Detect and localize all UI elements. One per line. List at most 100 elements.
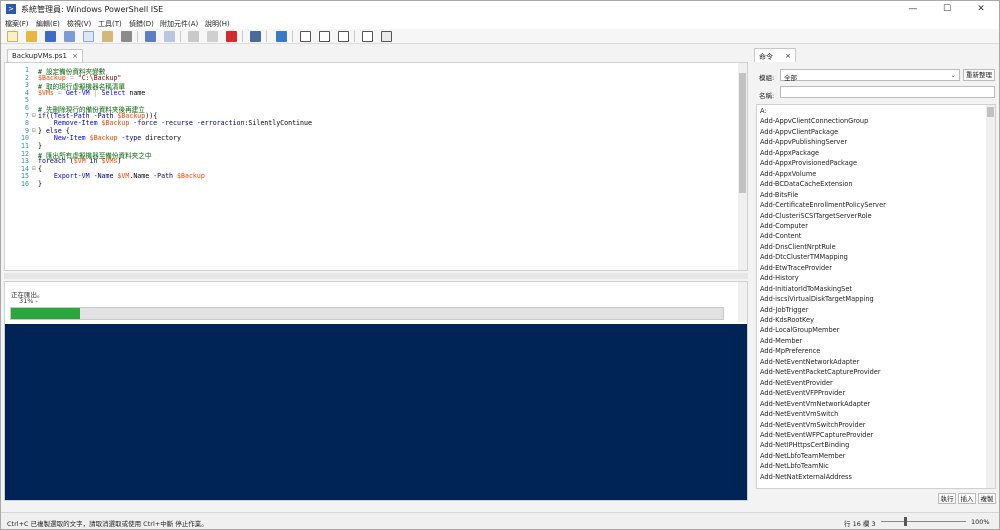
- code-line[interactable]: }: [38, 180, 42, 188]
- menu-help[interactable]: 說明(H): [205, 19, 230, 29]
- command-item[interactable]: Add-AppvPublishingServer: [760, 138, 847, 146]
- script-editor[interactable]: 1 # 設定備份資料夾變數 2 $Backup = "C:\Backup" 3 # 取的現…: [4, 62, 748, 271]
- menu-bar: 檔案(F) 編輯(E) 檢視(V) 工具(T) 偵錯(D) 附加元件(A) 說明…: [1, 18, 999, 29]
- new-file-icon[interactable]: [7, 31, 18, 42]
- command-item[interactable]: Add-LocalGroupMember: [760, 326, 839, 334]
- command-item[interactable]: Add-NetEventVmSwitchProvider: [760, 421, 866, 429]
- command-list-scrollbar[interactable]: [986, 105, 995, 488]
- command-item[interactable]: Add-InitiatorIdToMaskingSet: [760, 285, 852, 293]
- command-item[interactable]: A:: [760, 107, 767, 115]
- run-button[interactable]: 執行: [938, 493, 956, 504]
- editor-scroll-thumb[interactable]: [739, 73, 746, 193]
- command-item[interactable]: Add-DnsClientNrptRule: [760, 243, 836, 251]
- command-item[interactable]: Add-NetLbfoTeamMember: [760, 452, 845, 460]
- command-list-scroll-thumb[interactable]: [987, 107, 994, 117]
- command-item[interactable]: Add-NetEventPacketCaptureProvider: [760, 368, 881, 376]
- command-item[interactable]: Add-Content: [760, 232, 801, 240]
- command-item[interactable]: Add-ClusteriSCSITargetServerRole: [760, 212, 872, 220]
- close-icon[interactable]: ×: [72, 52, 78, 60]
- command-item[interactable]: Add-CertificateEnrollmentPolicyServer: [760, 201, 886, 209]
- command-item[interactable]: Add-NetEventProvider: [760, 379, 833, 387]
- refresh-button[interactable]: 重新整理: [963, 69, 995, 81]
- console-output[interactable]: [5, 324, 747, 500]
- command-item[interactable]: Add-DtcClusterTMMapping: [760, 253, 848, 261]
- minimize-button[interactable]: —: [896, 1, 930, 18]
- show-commands-icon[interactable]: [362, 31, 373, 42]
- run-icon[interactable]: [188, 31, 199, 42]
- fold-icon[interactable]: ⊟: [32, 112, 36, 119]
- command-item[interactable]: Add-NetEventVFPProvider: [760, 389, 845, 397]
- code-line[interactable]: Export-VM -Name $VM.Name -Path $Backup: [38, 172, 205, 180]
- command-item[interactable]: Add-AppxPackage: [760, 149, 819, 157]
- command-item[interactable]: Add-JobTrigger: [760, 306, 808, 314]
- copy-icon[interactable]: [83, 31, 94, 42]
- command-item[interactable]: Add-NetLbfoTeamNic: [760, 462, 829, 470]
- console-scrollbar[interactable]: [738, 282, 747, 322]
- command-item[interactable]: Add-NetIPHttpsCertBinding: [760, 441, 849, 449]
- command-item[interactable]: Add-AppvClientConnectionGroup: [760, 117, 868, 125]
- command-item[interactable]: Add-NetNatExternalAddress: [760, 473, 852, 481]
- command-item[interactable]: Add-AppxProvisionedPackage: [760, 159, 857, 167]
- fold-icon[interactable]: ⊟: [32, 165, 36, 172]
- paste-icon[interactable]: [102, 31, 113, 42]
- clear-icon[interactable]: [121, 31, 132, 42]
- code-line[interactable]: New-Item $Backup -type directory: [38, 134, 181, 142]
- code-token: $VM: [117, 172, 130, 181]
- close-button[interactable]: ✕: [964, 1, 998, 18]
- command-item[interactable]: Add-MpPreference: [760, 347, 820, 355]
- zoom-slider-thumb[interactable]: [904, 517, 907, 526]
- menu-addons[interactable]: 附加元件(A): [160, 19, 198, 29]
- code-line[interactable]: $VMs = Get-VM | Select name: [38, 89, 145, 97]
- undo-icon[interactable]: [145, 31, 156, 42]
- code-line[interactable]: foreach ($VM in $VMs): [38, 157, 121, 165]
- show-script-top-icon[interactable]: [300, 31, 311, 42]
- window-title: 系統管理員: Windows PowerShell ISE: [21, 5, 164, 14]
- run-selection-icon[interactable]: [207, 31, 218, 42]
- menu-edit[interactable]: 編輯(E): [36, 19, 60, 29]
- toolbar: [1, 29, 999, 44]
- remote-session-icon[interactable]: [250, 31, 261, 42]
- commands-tab[interactable]: 命令 ×: [754, 48, 796, 62]
- stop-icon[interactable]: [226, 31, 237, 42]
- code-line[interactable]: Remove-Item $Backup -force -recurse -err…: [38, 119, 312, 127]
- redo-icon[interactable]: [164, 31, 175, 42]
- command-item[interactable]: Add-EtwTraceProvider: [760, 264, 832, 272]
- zoom-slider[interactable]: [881, 521, 966, 522]
- editor-scrollbar[interactable]: [738, 63, 747, 270]
- command-item[interactable]: Add-History: [760, 274, 799, 282]
- maximize-button[interactable]: ☐: [930, 1, 964, 18]
- close-icon[interactable]: ×: [785, 52, 791, 60]
- powershell-console-icon[interactable]: [276, 31, 287, 42]
- save-icon[interactable]: [45, 31, 56, 42]
- command-item[interactable]: Add-AppvClientPackage: [760, 128, 838, 136]
- command-item[interactable]: Add-NetEventVmSwitch: [760, 410, 838, 418]
- show-script-right-icon[interactable]: [319, 31, 330, 42]
- pane-splitter[interactable]: [4, 273, 748, 279]
- menu-debug[interactable]: 偵錯(D): [129, 19, 154, 29]
- command-item[interactable]: Add-BCDataCacheExtension: [760, 180, 853, 188]
- insert-button[interactable]: 插入: [958, 493, 976, 504]
- command-item[interactable]: Add-NetEventWFPCaptureProvider: [760, 431, 873, 439]
- script-tab[interactable]: BackupVMs.ps1 ×: [7, 49, 83, 62]
- show-addon-icon[interactable]: [381, 31, 392, 42]
- show-script-maximized-icon[interactable]: [338, 31, 349, 42]
- command-item[interactable]: Add-BitsFile: [760, 191, 798, 199]
- module-select[interactable]: 全部 ⌄: [780, 69, 960, 82]
- command-list[interactable]: A: Add-AppvClientConnectionGroup Add-AppvC…: [756, 104, 996, 489]
- menu-tools[interactable]: 工具(T): [98, 19, 122, 29]
- command-item[interactable]: Add-AppxVolume: [760, 170, 816, 178]
- fold-icon[interactable]: ⊟: [32, 127, 36, 134]
- menu-file[interactable]: 檔案(F): [5, 19, 29, 29]
- menu-view[interactable]: 檢視(V): [67, 19, 91, 29]
- command-item[interactable]: Add-NetEventNetworkAdapter: [760, 358, 859, 366]
- command-item[interactable]: Add-Member: [760, 337, 802, 345]
- command-item[interactable]: Add-iscsiVirtualDiskTargetMapping: [760, 295, 874, 303]
- cut-icon[interactable]: [64, 31, 75, 42]
- open-folder-icon[interactable]: [26, 31, 37, 42]
- copy-button[interactable]: 複製: [978, 493, 996, 504]
- command-item[interactable]: Add-KdsRootKey: [760, 316, 814, 324]
- name-filter-input[interactable]: [780, 86, 995, 98]
- console-pane[interactable]: 正在匯出。 31% -: [4, 281, 748, 501]
- command-item[interactable]: Add-NetEventVmNetworkAdapter: [760, 400, 870, 408]
- command-item[interactable]: Add-Computer: [760, 222, 808, 230]
